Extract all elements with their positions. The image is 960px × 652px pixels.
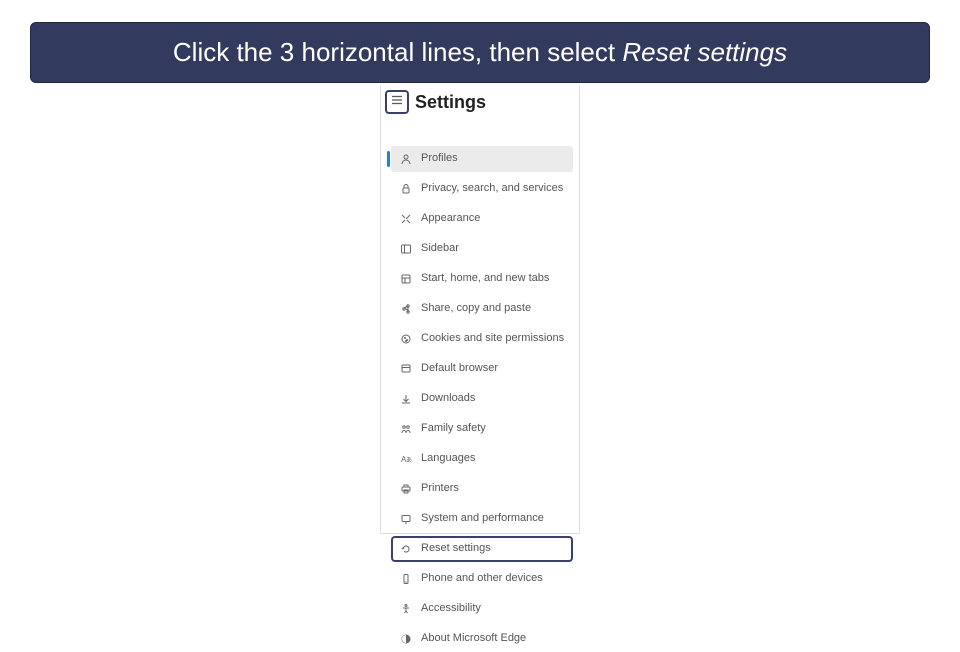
hamburger-icon bbox=[391, 93, 403, 111]
instruction-banner: Click the 3 horizontal lines, then selec… bbox=[30, 22, 930, 83]
menu-item-printers[interactable]: Printers bbox=[391, 476, 573, 502]
menu-label: Privacy, search, and services bbox=[421, 182, 565, 196]
system-icon bbox=[399, 512, 413, 526]
privacy-icon bbox=[399, 182, 413, 196]
menu-label: Sidebar bbox=[421, 242, 565, 256]
menu-label: Printers bbox=[421, 482, 565, 496]
accessibility-icon bbox=[399, 602, 413, 616]
cookies-icon bbox=[399, 332, 413, 346]
instruction-emphasis: Reset settings bbox=[622, 37, 787, 67]
menu-label: Share, copy and paste bbox=[421, 302, 565, 316]
menu-item-about[interactable]: About Microsoft Edge bbox=[391, 626, 573, 652]
settings-title: Settings bbox=[415, 92, 486, 113]
family-icon bbox=[399, 422, 413, 436]
share-icon bbox=[399, 302, 413, 316]
menu-item-system[interactable]: System and performance bbox=[391, 506, 573, 532]
menu-label: Languages bbox=[421, 452, 565, 466]
svg-text:あ: あ bbox=[406, 457, 412, 464]
menu-item-privacy[interactable]: Privacy, search, and services bbox=[391, 176, 573, 202]
settings-menu: Profiles Privacy, search, and services A… bbox=[381, 146, 579, 652]
start-icon bbox=[399, 272, 413, 286]
menu-label: Phone and other devices bbox=[421, 572, 565, 586]
menu-item-languages[interactable]: Aあ Languages bbox=[391, 446, 573, 472]
downloads-icon bbox=[399, 392, 413, 406]
menu-label: Default browser bbox=[421, 362, 565, 376]
menu-label: Family safety bbox=[421, 422, 565, 436]
menu-item-family[interactable]: Family safety bbox=[391, 416, 573, 442]
menu-label: About Microsoft Edge bbox=[421, 632, 565, 646]
profiles-icon bbox=[399, 152, 413, 166]
about-icon bbox=[399, 632, 413, 646]
menu-item-sidebar[interactable]: Sidebar bbox=[391, 236, 573, 262]
menu-item-appearance[interactable]: Appearance bbox=[391, 206, 573, 232]
settings-header: Settings bbox=[381, 86, 579, 124]
menu-label: Reset settings bbox=[421, 542, 565, 556]
settings-panel: Settings Profiles Privacy, search, and s… bbox=[380, 86, 580, 534]
menu-label: Profiles bbox=[421, 152, 565, 166]
menu-item-default-browser[interactable]: Default browser bbox=[391, 356, 573, 382]
phone-icon bbox=[399, 572, 413, 586]
menu-item-share[interactable]: Share, copy and paste bbox=[391, 296, 573, 322]
menu-item-accessibility[interactable]: Accessibility bbox=[391, 596, 573, 622]
menu-item-start[interactable]: Start, home, and new tabs bbox=[391, 266, 573, 292]
menu-item-cookies[interactable]: Cookies and site permissions bbox=[391, 326, 573, 352]
menu-item-phone[interactable]: Phone and other devices bbox=[391, 566, 573, 592]
appearance-icon bbox=[399, 212, 413, 226]
menu-label: System and performance bbox=[421, 512, 565, 526]
menu-item-downloads[interactable]: Downloads bbox=[391, 386, 573, 412]
menu-label: Appearance bbox=[421, 212, 565, 226]
menu-label: Start, home, and new tabs bbox=[421, 272, 565, 286]
default-browser-icon bbox=[399, 362, 413, 376]
hamburger-button[interactable] bbox=[385, 90, 409, 114]
instruction-text: Click the 3 horizontal lines, then selec… bbox=[173, 37, 622, 67]
printers-icon bbox=[399, 482, 413, 496]
menu-item-profiles[interactable]: Profiles bbox=[391, 146, 573, 172]
languages-icon: Aあ bbox=[399, 452, 413, 466]
sidebar-icon bbox=[399, 242, 413, 256]
menu-label: Downloads bbox=[421, 392, 565, 406]
menu-label: Cookies and site permissions bbox=[421, 332, 565, 346]
menu-label: Accessibility bbox=[421, 602, 565, 616]
reset-icon bbox=[399, 542, 413, 556]
